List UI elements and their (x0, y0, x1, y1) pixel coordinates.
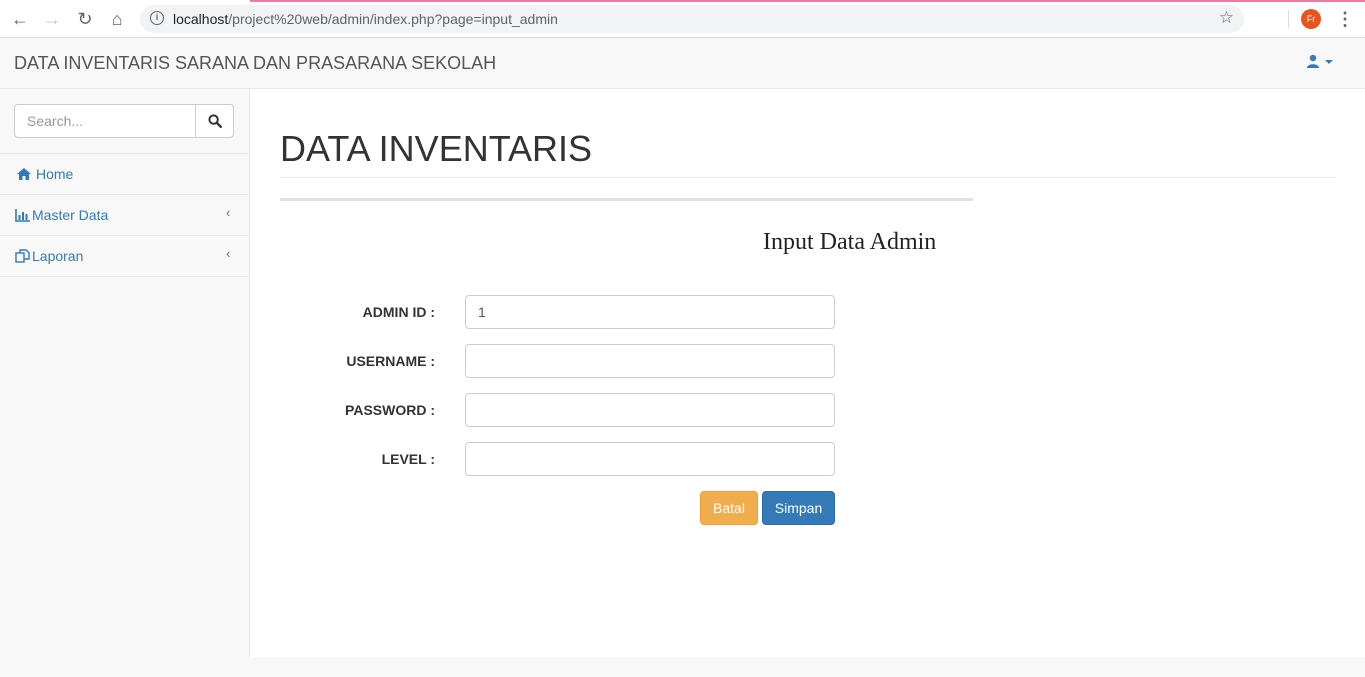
sidebar-item-master-data[interactable]: Master Data ‹ (0, 195, 249, 236)
username-label: USERNAME : (346, 353, 435, 369)
url-text[interactable]: localhost/project%20web/admin/index.php?… (173, 11, 558, 27)
home-icon (17, 168, 31, 180)
admin-id-label: ADMIN ID : (362, 304, 435, 320)
sidebar: Home Master Data ‹ Laporan ‹ (0, 89, 250, 657)
level-input[interactable] (465, 442, 835, 476)
user-icon (1307, 54, 1333, 68)
password-label: PASSWORD : (345, 402, 435, 418)
browser-menu-icon[interactable]: ⋮ (1336, 8, 1354, 30)
sidebar-item-label: Master Data (32, 207, 109, 223)
back-icon[interactable]: ← (10, 9, 30, 29)
profile-avatar[interactable]: Fr (1301, 9, 1321, 29)
copy-icon (15, 249, 30, 263)
section-divider (280, 198, 973, 201)
main-content: DATA INVENTARIS Input Data Admin ADMIN I… (250, 89, 1365, 657)
user-dropdown-toggle[interactable] (1306, 54, 1338, 72)
sidebar-item-laporan[interactable]: Laporan ‹ (0, 236, 249, 277)
chevron-left-icon: ‹ (226, 205, 231, 220)
page-title: DATA INVENTARIS (280, 128, 593, 169)
browser-toolbar: ← → ↻ ⌂ i localhost/project%20web/admin/… (0, 0, 1365, 38)
sidebar-item-label: Home (36, 166, 74, 182)
chevron-left-icon: ‹ (226, 246, 231, 261)
password-input[interactable] (465, 393, 835, 427)
brand-title[interactable]: DATA INVENTARIS SARANA DAN PRASARANA SEK… (14, 53, 496, 74)
page-bottom (0, 657, 1365, 677)
toolbar-divider (1288, 10, 1289, 28)
username-input[interactable] (465, 344, 835, 378)
caret-down-icon (1325, 60, 1333, 64)
bar-chart-icon (15, 209, 30, 222)
loading-bar (250, 0, 1365, 2)
admin-id-input[interactable] (465, 295, 835, 329)
cancel-button[interactable]: Batal (700, 491, 758, 525)
sidebar-item-label: Laporan (32, 248, 84, 264)
title-divider (280, 177, 1335, 178)
bookmark-star-icon[interactable]: ☆ (1219, 8, 1234, 28)
home-page-icon[interactable]: ⌂ (107, 9, 127, 29)
level-label: LEVEL : (381, 451, 435, 467)
forward-icon[interactable]: → (42, 9, 62, 29)
save-button[interactable]: Simpan (762, 491, 835, 525)
sidebar-item-home[interactable]: Home (0, 154, 249, 195)
search-button[interactable] (195, 104, 234, 138)
sidebar-search (0, 89, 249, 154)
form-title: Input Data Admin (763, 229, 937, 255)
top-navbar: DATA INVENTARIS SARANA DAN PRASARANA SEK… (0, 38, 1365, 89)
search-input[interactable] (14, 104, 196, 138)
reload-icon[interactable]: ↻ (75, 9, 95, 29)
search-icon (208, 114, 222, 128)
address-bar[interactable]: i localhost/project%20web/admin/index.ph… (140, 5, 1244, 33)
site-info-icon[interactable]: i (150, 11, 164, 25)
